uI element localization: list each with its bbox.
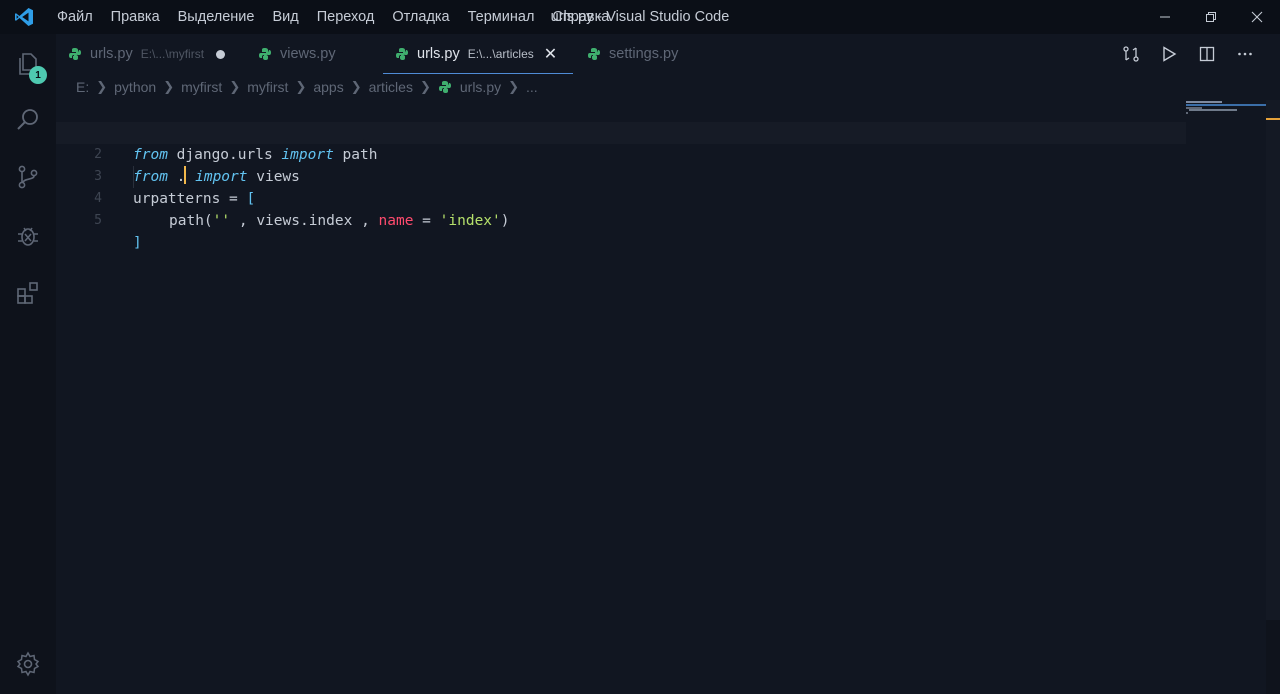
compare-changes-button[interactable] bbox=[1112, 34, 1150, 74]
run-button[interactable] bbox=[1150, 34, 1188, 74]
minimap-line bbox=[1186, 101, 1222, 103]
source-control-icon bbox=[18, 165, 38, 189]
chevron-right-icon: ❯ bbox=[229, 79, 241, 94]
code-line[interactable]: 1 from django.urls import path bbox=[56, 100, 1186, 163]
tab-settings[interactable]: settings.py bbox=[575, 34, 678, 74]
breadcrumb-item[interactable]: myfirst bbox=[245, 79, 290, 95]
menu-edit[interactable]: Правка bbox=[102, 0, 169, 34]
minimize-button[interactable] bbox=[1142, 0, 1188, 34]
cursor-position-marker bbox=[1266, 118, 1280, 120]
close-icon bbox=[1251, 11, 1263, 23]
python-file-icon bbox=[68, 47, 82, 61]
chevron-right-icon: ❯ bbox=[508, 79, 520, 94]
bug-icon bbox=[18, 227, 38, 246]
search-icon bbox=[17, 109, 38, 130]
tab-description: E:\...\articles bbox=[467, 46, 534, 61]
python-file-icon bbox=[395, 47, 409, 61]
tab-label: settings.py bbox=[609, 46, 679, 62]
line-number: 5 bbox=[94, 213, 102, 228]
more-actions-button[interactable] bbox=[1226, 34, 1264, 74]
breadcrumb-item[interactable]: articles bbox=[367, 79, 415, 95]
breadcrumb-item[interactable]: E: bbox=[74, 79, 91, 95]
code-line-current[interactable]: 2 from . import views bbox=[56, 122, 1186, 185]
string-token: '' bbox=[212, 213, 231, 229]
python-file-icon bbox=[438, 80, 452, 94]
ellipsis-icon bbox=[1238, 52, 1252, 56]
minimap[interactable] bbox=[1186, 100, 1266, 694]
vertical-scrollbar[interactable] bbox=[1266, 100, 1280, 694]
close-tab-icon[interactable]: ✕ bbox=[544, 44, 557, 64]
menu-terminal[interactable]: Терминал bbox=[459, 0, 544, 34]
activity-bar: 1 bbox=[0, 34, 56, 694]
compare-icon bbox=[1123, 46, 1139, 62]
debug-button[interactable] bbox=[0, 207, 56, 263]
code-line[interactable]: 4 path('' , views.index , name = 'index'… bbox=[56, 166, 1186, 229]
operator-token: = bbox=[413, 213, 440, 229]
menu-view[interactable]: Вид bbox=[263, 0, 307, 34]
code-editor[interactable]: 1 from django.urls import path 2 from . … bbox=[56, 100, 1186, 694]
restore-button[interactable] bbox=[1188, 0, 1234, 34]
breadcrumb-item[interactable]: myfirst bbox=[179, 79, 224, 95]
minimap-line bbox=[1186, 104, 1266, 106]
breadcrumb: E: ❯ python ❯ myfirst ❯ myfirst ❯ apps ❯… bbox=[56, 74, 1186, 100]
menu-selection[interactable]: Выделение bbox=[169, 0, 264, 34]
menu-bar: Файл Правка Выделение Вид Переход Отладк… bbox=[48, 0, 618, 34]
scrollbar-thumb[interactable] bbox=[1266, 100, 1280, 620]
unsaved-dot-icon[interactable] bbox=[216, 49, 226, 59]
tab-urls-articles[interactable]: urls.py E:\...\articles ✕ bbox=[383, 34, 573, 74]
gear-icon bbox=[16, 651, 40, 677]
menu-debug[interactable]: Отладка bbox=[383, 0, 458, 34]
tab-label: views.py bbox=[280, 46, 336, 62]
extensions-button[interactable] bbox=[0, 265, 56, 321]
close-window-button[interactable] bbox=[1234, 0, 1280, 34]
window-controls bbox=[1142, 0, 1280, 34]
split-editor-icon bbox=[1199, 46, 1215, 62]
split-editor-button[interactable] bbox=[1188, 34, 1226, 74]
tab-urls-myfirst[interactable]: urls.py E:\...\myfirst bbox=[56, 34, 226, 74]
tab-label: urls.py bbox=[90, 46, 133, 62]
title-bar: Файл Правка Выделение Вид Переход Отладк… bbox=[0, 0, 1280, 34]
search-button[interactable] bbox=[0, 92, 56, 148]
tab-bar: urls.py E:\...\myfirst views.py urls.py … bbox=[56, 34, 1280, 74]
code-line[interactable]: 3 urpatterns = [ bbox=[56, 144, 1186, 207]
menu-help[interactable]: Справка bbox=[543, 0, 618, 34]
chevron-right-icon: ❯ bbox=[96, 79, 108, 94]
minimap-line bbox=[1186, 112, 1188, 114]
editor-actions bbox=[1112, 34, 1264, 74]
python-file-icon bbox=[587, 47, 601, 61]
tab-views[interactable]: views.py bbox=[246, 34, 336, 74]
menu-file[interactable]: Файл bbox=[48, 0, 102, 34]
tab-description: E:\...\myfirst bbox=[140, 47, 205, 61]
breadcrumb-item[interactable]: ... bbox=[524, 79, 540, 95]
chevron-right-icon: ❯ bbox=[295, 79, 307, 94]
minimize-icon bbox=[1160, 16, 1170, 18]
paren-token: ) bbox=[500, 213, 510, 229]
settings-button[interactable] bbox=[0, 636, 56, 692]
menu-go[interactable]: Переход bbox=[308, 0, 384, 34]
play-icon bbox=[1163, 46, 1177, 62]
chevron-right-icon: ❯ bbox=[350, 79, 362, 94]
explorer-badge: 1 bbox=[29, 66, 47, 84]
breadcrumb-item[interactable]: python bbox=[112, 79, 158, 95]
chevron-right-icon: ❯ bbox=[163, 79, 175, 94]
breadcrumb-item[interactable]: urls.py bbox=[458, 79, 503, 95]
function-call-token: path( bbox=[169, 213, 213, 229]
argument-token: , views.index , bbox=[230, 213, 379, 229]
minimap-line bbox=[1189, 109, 1237, 111]
code-line[interactable]: 5 ] bbox=[56, 188, 1186, 251]
bracket-token: ] bbox=[133, 235, 142, 251]
tab-label: urls.py bbox=[417, 45, 460, 62]
extensions-icon bbox=[17, 282, 38, 304]
chevron-right-icon: ❯ bbox=[419, 79, 431, 94]
restore-icon bbox=[1206, 12, 1216, 22]
vscode-logo-icon bbox=[0, 0, 48, 34]
python-file-icon bbox=[258, 47, 272, 61]
string-token: 'index' bbox=[439, 213, 501, 229]
explorer-button[interactable]: 1 bbox=[0, 36, 56, 92]
breadcrumb-item[interactable]: apps bbox=[311, 79, 345, 95]
parameter-token: name bbox=[378, 213, 414, 229]
source-control-button[interactable] bbox=[0, 149, 56, 205]
